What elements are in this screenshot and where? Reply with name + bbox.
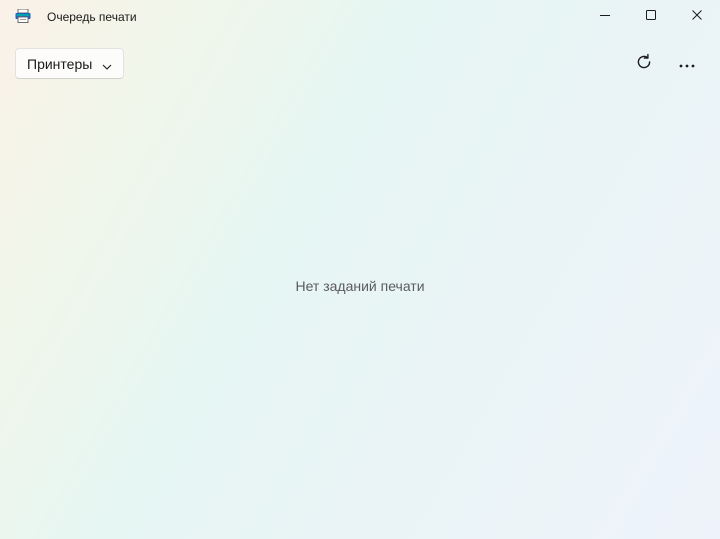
- maximize-button[interactable]: [628, 0, 674, 32]
- more-icon: [679, 55, 695, 73]
- window-title: Очередь печати: [47, 10, 137, 24]
- minimize-button[interactable]: [582, 0, 628, 32]
- refresh-button[interactable]: [628, 48, 660, 80]
- chevron-down-icon: [102, 59, 112, 70]
- printer-icon: [15, 8, 31, 23]
- title-bar[interactable]: Очередь печати: [0, 0, 720, 32]
- maximize-icon: [646, 7, 656, 25]
- printers-label: Принтеры: [27, 55, 93, 72]
- print-queue-window: Очередь печати Принтеры Нет заданий печа…: [0, 0, 720, 539]
- close-button[interactable]: [674, 0, 720, 32]
- more-options-button[interactable]: [671, 48, 703, 80]
- empty-state-message: Нет заданий печати: [295, 278, 425, 294]
- close-icon: [692, 7, 702, 25]
- refresh-icon: [635, 53, 653, 76]
- printers-dropdown-button[interactable]: Принтеры: [15, 48, 124, 79]
- minimize-icon: [600, 7, 610, 25]
